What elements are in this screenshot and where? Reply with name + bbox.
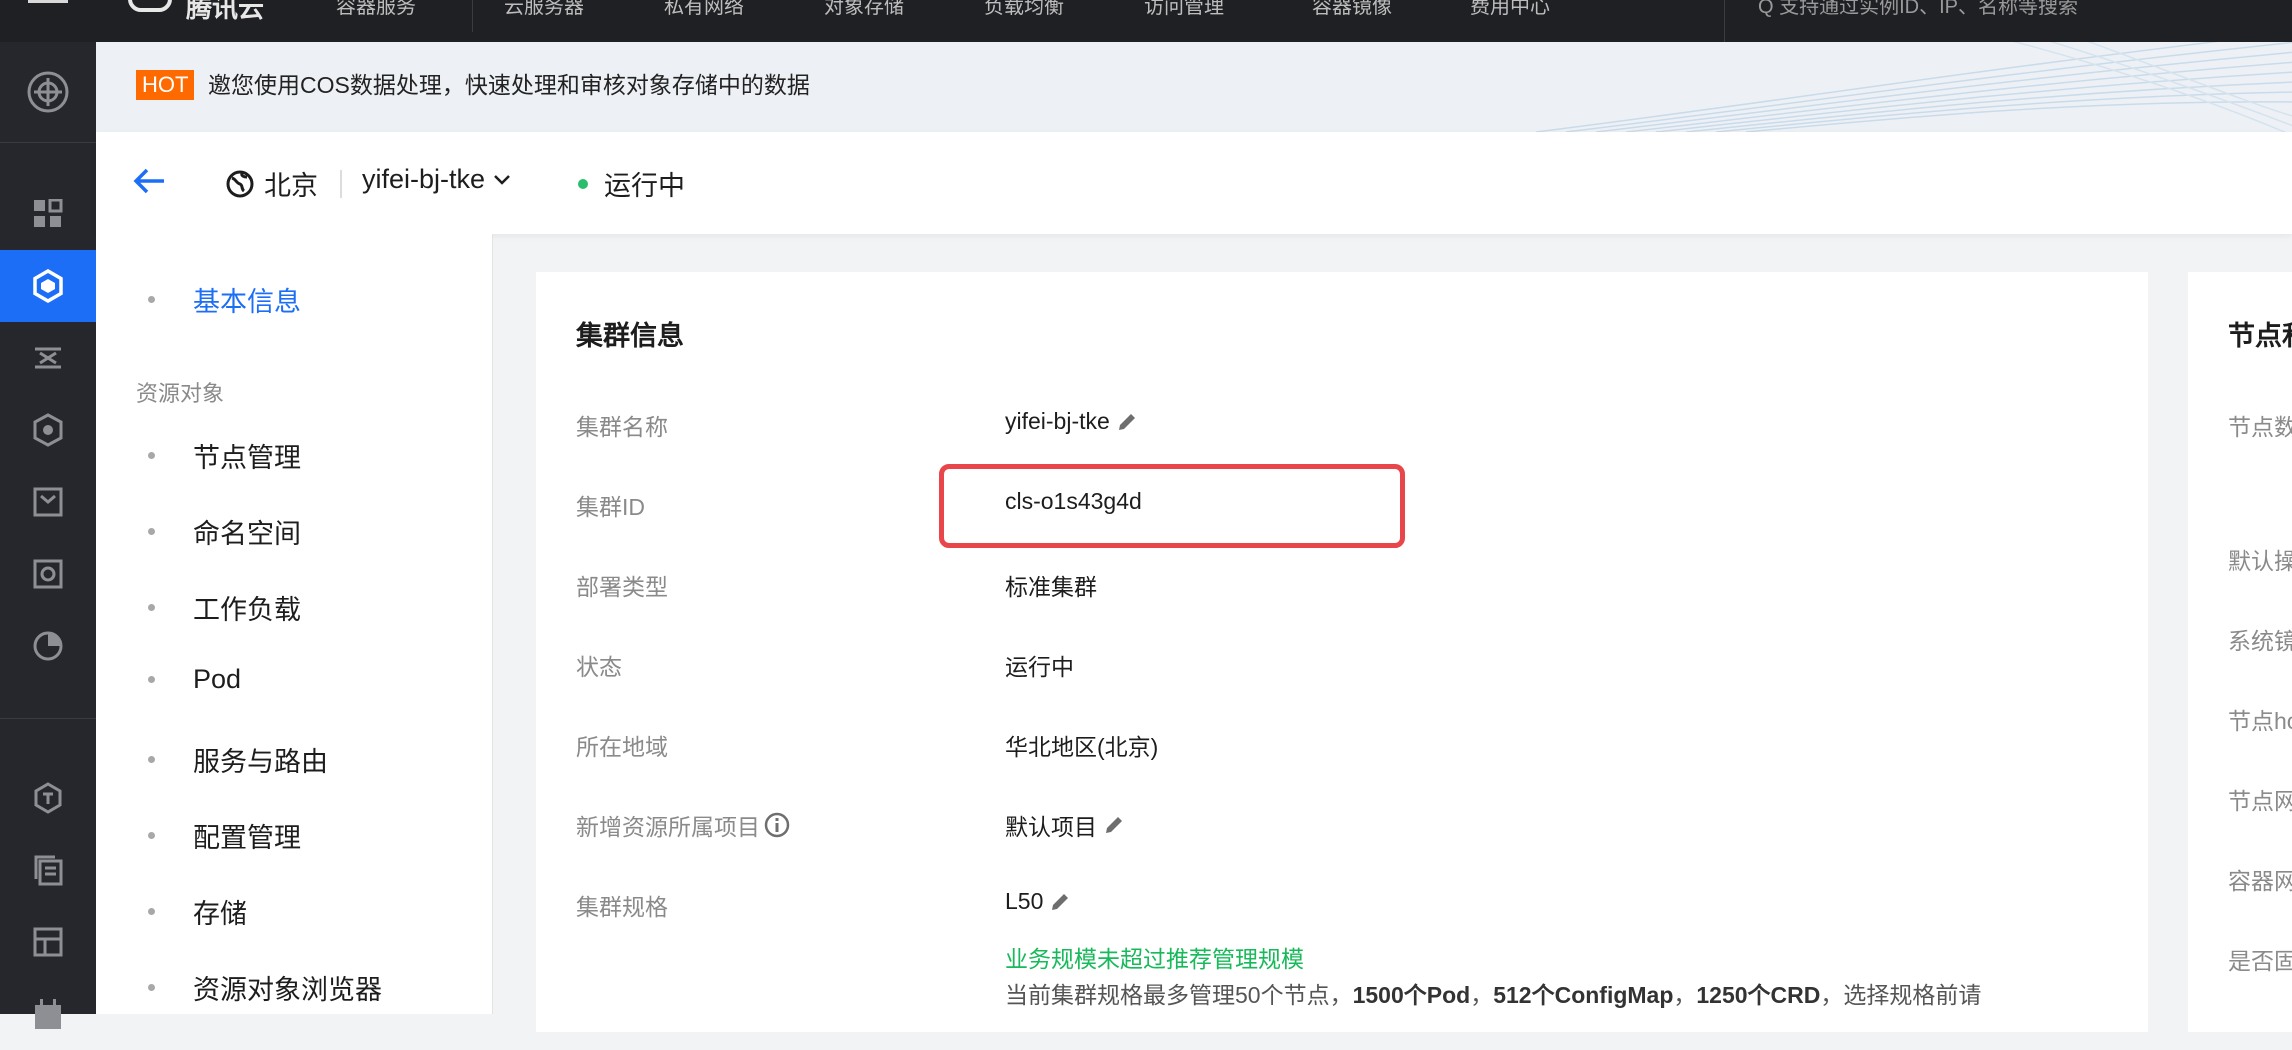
sidebar-item-services[interactable]: 服务与路由 — [148, 740, 328, 779]
node-info-card: 节点和 节点数 默认操 系统镜 节点ho 节点网 容器网 是否固 — [2188, 272, 2292, 1032]
node-card-label: 容器网 — [2228, 868, 2292, 894]
layers-icon[interactable] — [0, 834, 96, 906]
pie-chart-icon[interactable] — [0, 610, 96, 682]
label-region: 所在地域 — [576, 734, 668, 760]
card-title: 集群信息 — [576, 321, 684, 351]
spec-note: 当前集群规格最多管理50个节点，1500个Pod，512个ConfigMap，1… — [1005, 982, 1982, 1008]
label-cluster-id: 集群ID — [576, 494, 645, 520]
value-project: 默认项目 — [1005, 808, 1125, 842]
shield-icon[interactable] — [0, 762, 96, 834]
label-status: 状态 — [576, 654, 622, 680]
status-dot-icon — [578, 178, 588, 189]
cluster-info-card: 集群信息 集群名称 yifei-bj-tke 集群ID cls-o1s43g4d… — [536, 272, 2148, 1032]
global-search-input[interactable]: Q 支持通过实例ID、IP、名称等搜索 — [1758, 0, 2078, 19]
nav-item-billing[interactable]: 费用中心 — [1470, 0, 1550, 19]
node-card-label: 节点网 — [2228, 788, 2292, 814]
brand-name[interactable]: 腾讯云 — [186, 0, 264, 25]
kubernetes-icon[interactable] — [0, 250, 96, 322]
nav-item-tke[interactable]: 容器服务 — [336, 0, 416, 19]
top-navigation-bar: 腾讯云 容器服务 云服务器 私有网络 对象存储 负载均衡 访问管理 容器镜像 费… — [0, 0, 2292, 42]
nav-item-cos[interactable]: 对象存储 — [824, 0, 904, 19]
label-deploy-type: 部署类型 — [576, 574, 668, 600]
edge-icon[interactable] — [0, 322, 96, 394]
value-status: 运行中 — [1005, 654, 1074, 680]
cluster-selector[interactable]: yifei-bj-tke — [362, 164, 511, 195]
edit-pencil-icon[interactable] — [1116, 411, 1138, 433]
node-card-label: 是否固 — [2228, 948, 2292, 974]
nav-item-cam[interactable]: 访问管理 — [1144, 0, 1224, 19]
sidebar-item-pod[interactable]: Pod — [148, 664, 241, 695]
product-rail — [0, 42, 96, 1029]
edit-pencil-icon[interactable] — [1103, 814, 1125, 836]
sidebar-item-namespaces[interactable]: 命名空间 — [148, 512, 301, 551]
rail-divider — [0, 142, 96, 143]
sidebar-item-basic-info[interactable]: 基本信息 — [148, 280, 301, 319]
region-name: 北京 — [264, 171, 318, 201]
region-selector[interactable]: 北京 — [226, 164, 318, 203]
header-divider — [340, 170, 342, 198]
label-cluster-name: 集群名称 — [576, 414, 668, 440]
node-card-label: 节点数 — [2228, 414, 2292, 440]
sidebar-item-storage[interactable]: 存储 — [148, 892, 247, 931]
cluster-header: 北京 yifei-bj-tke 运行中 — [96, 132, 2292, 234]
back-arrow-icon[interactable] — [132, 166, 166, 201]
hot-badge: HOT — [136, 70, 195, 100]
box-icon[interactable] — [0, 466, 96, 538]
store-icon[interactable] — [0, 906, 96, 978]
grid-icon[interactable] — [0, 178, 96, 250]
cluster-sidebar: 基本信息 资源对象 节点管理 命名空间 工作负载 Pod 服务与路由 配置管理 … — [96, 234, 493, 1014]
promo-text[interactable]: 邀您使用COS数据处理，快速处理和审核对象存储中的数据 — [208, 70, 810, 100]
sidebar-item-config[interactable]: 配置管理 — [148, 816, 301, 855]
value-cluster-name: yifei-bj-tke — [1005, 408, 1138, 435]
node-card-label: 系统镜 — [2228, 628, 2292, 654]
globe-icon — [226, 170, 254, 197]
nav-divider — [1724, 0, 1725, 42]
nav-item-clb[interactable]: 负载均衡 — [984, 0, 1064, 19]
node-card-title: 节点和 — [2228, 321, 2292, 351]
calendar-icon[interactable] — [0, 978, 96, 1050]
banner-decoration — [1535, 42, 2292, 132]
menu-icon[interactable] — [28, 0, 68, 8]
cloud-logo-icon — [128, 0, 172, 12]
camera-icon[interactable] — [0, 538, 96, 610]
sidebar-item-workloads[interactable]: 工作负载 — [148, 588, 301, 627]
sidebar-item-nodes[interactable]: 节点管理 — [148, 436, 301, 475]
chevron-down-icon — [494, 174, 510, 185]
node-card-label: 节点ho — [2228, 708, 2292, 734]
promo-banner[interactable]: HOT 邀您使用COS数据处理，快速处理和审核对象存储中的数据 — [96, 42, 2292, 132]
edit-pencil-icon[interactable] — [1049, 891, 1071, 913]
value-region: 华北地区(北京) — [1005, 734, 1159, 760]
spec-ok-text: 业务规模未超过推荐管理规模 — [1005, 946, 1304, 972]
overview-icon[interactable] — [0, 56, 96, 128]
sidebar-group-label: 资源对象 — [136, 381, 225, 406]
value-cluster-id[interactable]: cls-o1s43g4d — [1005, 488, 1142, 515]
label-cluster-spec: 集群规格 — [576, 894, 668, 920]
cluster-status: 运行中 — [578, 164, 685, 203]
cluster-name: yifei-bj-tke — [362, 164, 486, 194]
value-cluster-spec: L50 — [1005, 888, 1071, 915]
nav-divider — [472, 0, 473, 32]
node-card-label: 默认操 — [2228, 548, 2292, 574]
sidebar-item-resource-browser[interactable]: 资源对象浏览器 — [148, 968, 382, 1007]
nav-item-cvm[interactable]: 云服务器 — [504, 0, 584, 19]
nav-item-vpc[interactable]: 私有网络 — [664, 0, 744, 19]
info-icon[interactable] — [764, 812, 790, 838]
rail-divider — [0, 718, 96, 719]
status-text: 运行中 — [604, 171, 685, 201]
label-project: 新增资源所属项目 — [576, 808, 790, 842]
cube-icon[interactable] — [0, 394, 96, 466]
nav-item-tcr[interactable]: 容器镜像 — [1312, 0, 1392, 19]
value-deploy-type: 标准集群 — [1005, 574, 1097, 600]
